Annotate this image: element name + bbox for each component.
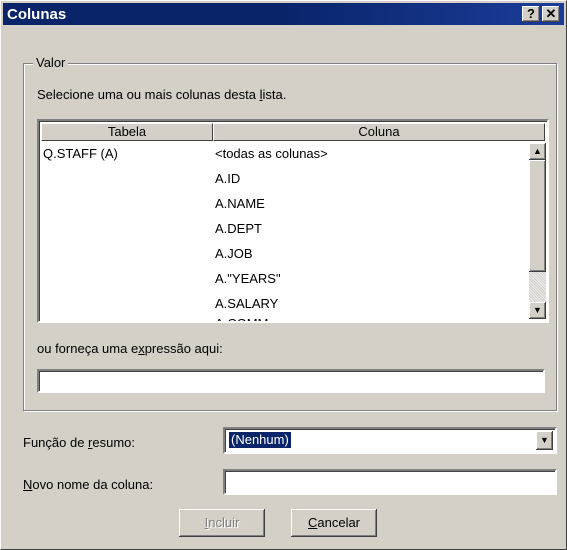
list-header: Tabela Coluna xyxy=(41,123,545,141)
new-column-name-label: Novo nome da coluna: xyxy=(23,477,154,492)
vertical-scrollbar[interactable]: ▲ ▼ xyxy=(529,143,546,319)
instruction-text: Selecione uma ou mais colunas desta list… xyxy=(37,87,287,102)
cell-tabela[interactable]: Q.STAFF (A) xyxy=(43,143,118,165)
scroll-down-icon[interactable]: ▼ xyxy=(529,302,546,319)
title-bar: Colunas ? ✕ xyxy=(3,3,564,25)
list-item[interactable]: A.DEPT xyxy=(215,218,262,240)
list-item[interactable]: A.SALARY xyxy=(215,293,278,315)
list-item[interactable]: A."YEARS" xyxy=(215,268,281,290)
expression-label: ou forneça uma expressão aqui: xyxy=(37,341,223,356)
columns-listbox[interactable]: Tabela Coluna Q.STAFF (A) <todas as colu… xyxy=(37,119,549,323)
list-item[interactable]: <todas as colunas> xyxy=(215,143,328,165)
summary-selected-value: (Nenhum) xyxy=(228,431,292,449)
cancel-button[interactable]: Cancelar xyxy=(291,509,377,537)
close-button[interactable]: ✕ xyxy=(542,6,560,22)
chevron-down-icon[interactable]: ▼ xyxy=(536,431,553,450)
list-item[interactable]: A.NAME xyxy=(215,193,265,215)
list-item[interactable]: A.JOB xyxy=(215,243,253,265)
new-column-name-input[interactable] xyxy=(223,469,557,495)
include-button[interactable]: Incluir xyxy=(179,509,265,537)
group-label: Valor xyxy=(33,55,69,70)
window-title: Colunas xyxy=(7,6,67,23)
summary-function-label: Função de resumo: xyxy=(23,435,136,450)
scroll-thumb[interactable] xyxy=(529,160,546,272)
colunas-dialog: Colunas ? ✕ Valor Selecione uma ou mais … xyxy=(0,0,567,550)
list-item[interactable]: A.ID xyxy=(215,168,240,190)
scroll-up-icon[interactable]: ▲ xyxy=(529,143,546,160)
summary-function-select[interactable]: (Nenhum) ▼ xyxy=(223,427,557,454)
expression-input[interactable] xyxy=(37,369,545,393)
list-item[interactable]: A.COMM xyxy=(215,313,268,321)
header-coluna[interactable]: Coluna xyxy=(213,123,545,141)
help-button[interactable]: ? xyxy=(522,6,540,22)
header-tabela[interactable]: Tabela xyxy=(41,123,213,141)
